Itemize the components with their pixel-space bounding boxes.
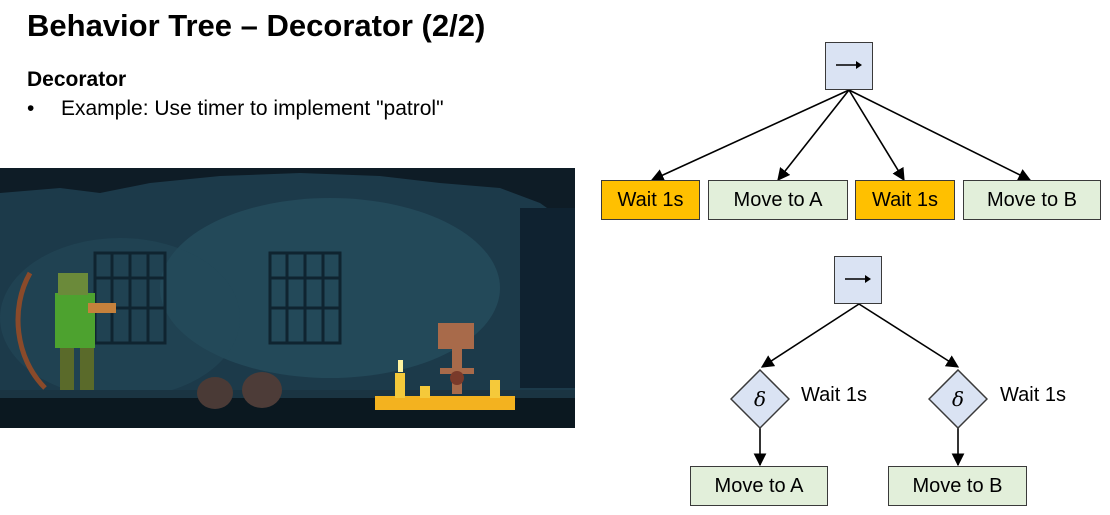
sequence-node-bottom [834,256,882,304]
move-node-b-bottom: Move to B [888,466,1027,506]
decorator-symbol: δ [952,387,964,411]
decorator-diamond-icon: δ [927,368,989,430]
decorator-diamond-icon: δ [729,368,791,430]
move-node-b: Move to B [963,180,1101,220]
decorator-symbol: δ [754,387,766,411]
decorator-label-2: Wait 1s [1000,384,1066,406]
top-tree-edges [650,89,1032,182]
behavior-tree-diagram [650,89,1032,467]
wait-node-1: Wait 1s [601,180,700,220]
decorator-node-1: δ [729,368,791,430]
wait-node-2: Wait 1s [855,180,955,220]
decorator-node-2: δ [927,368,989,430]
sequence-arrow-icon [836,61,862,69]
sequence-node-top [825,42,873,90]
sequence-arrow-icon [845,275,871,283]
move-node-a-bottom: Move to A [690,466,828,506]
move-node-a: Move to A [708,180,848,220]
decorator-label-1: Wait 1s [801,384,867,406]
